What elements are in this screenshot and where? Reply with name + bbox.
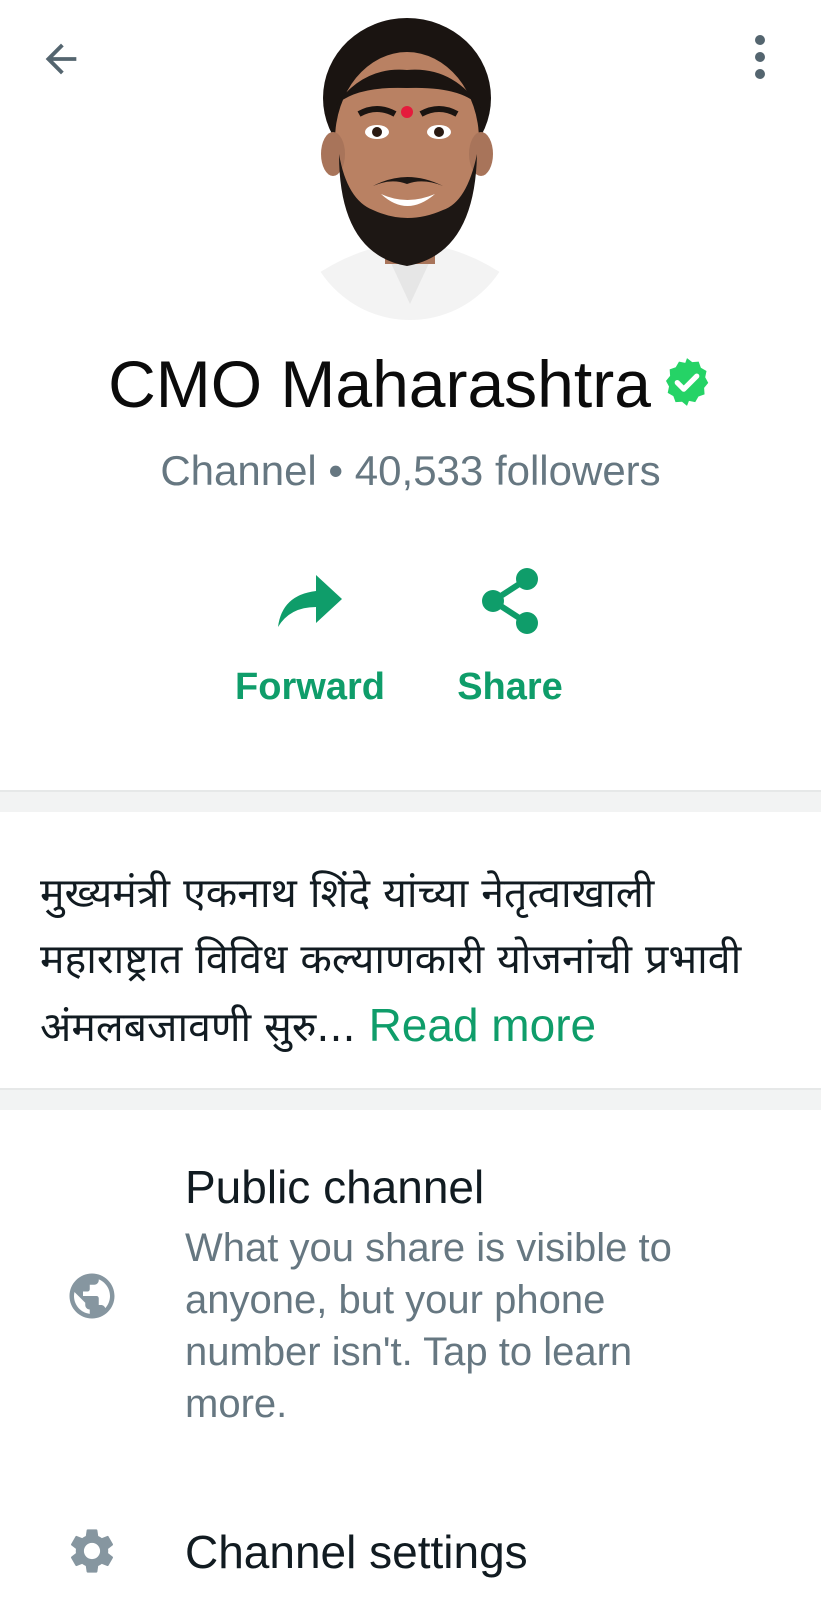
- read-more-link[interactable]: Read more: [369, 999, 597, 1051]
- arrow-left-icon: [45, 43, 77, 75]
- forward-label: Forward: [235, 666, 385, 708]
- profile-photo: [303, 18, 517, 320]
- channel-avatar[interactable]: [303, 14, 517, 320]
- share-icon: [482, 568, 538, 634]
- more-options-button[interactable]: [740, 32, 780, 82]
- channel-settings-row[interactable]: Channel settings: [0, 1525, 821, 1595]
- channel-description: मुख्यमंत्री एकनाथ शिंदे यांच्या नेतृत्वा…: [40, 860, 790, 1060]
- share-label: Share: [457, 666, 563, 708]
- section-divider: [0, 1088, 821, 1110]
- channel-name: CMO Maharashtra: [108, 347, 651, 421]
- more-vertical-icon: [755, 35, 765, 79]
- public-channel-subtitle: What you share is visible to anyone, but…: [185, 1226, 672, 1426]
- gear-icon: [70, 1529, 114, 1573]
- channel-title-row: CMO Maharashtra: [0, 346, 821, 422]
- forward-arrow-icon: [278, 575, 342, 627]
- globe-icon: [69, 1273, 115, 1319]
- share-button[interactable]: Share: [420, 566, 600, 709]
- public-channel-row[interactable]: Public channel What you share is visible…: [0, 1160, 821, 1430]
- verified-badge-icon: [665, 358, 709, 406]
- forward-button[interactable]: Forward: [220, 566, 400, 709]
- public-channel-title: Public channel: [185, 1161, 485, 1213]
- channel-subtitle: Channel • 40,533 followers: [160, 447, 661, 494]
- section-divider: [0, 790, 821, 812]
- back-button[interactable]: [36, 34, 86, 84]
- channel-settings-title: Channel settings: [185, 1526, 528, 1578]
